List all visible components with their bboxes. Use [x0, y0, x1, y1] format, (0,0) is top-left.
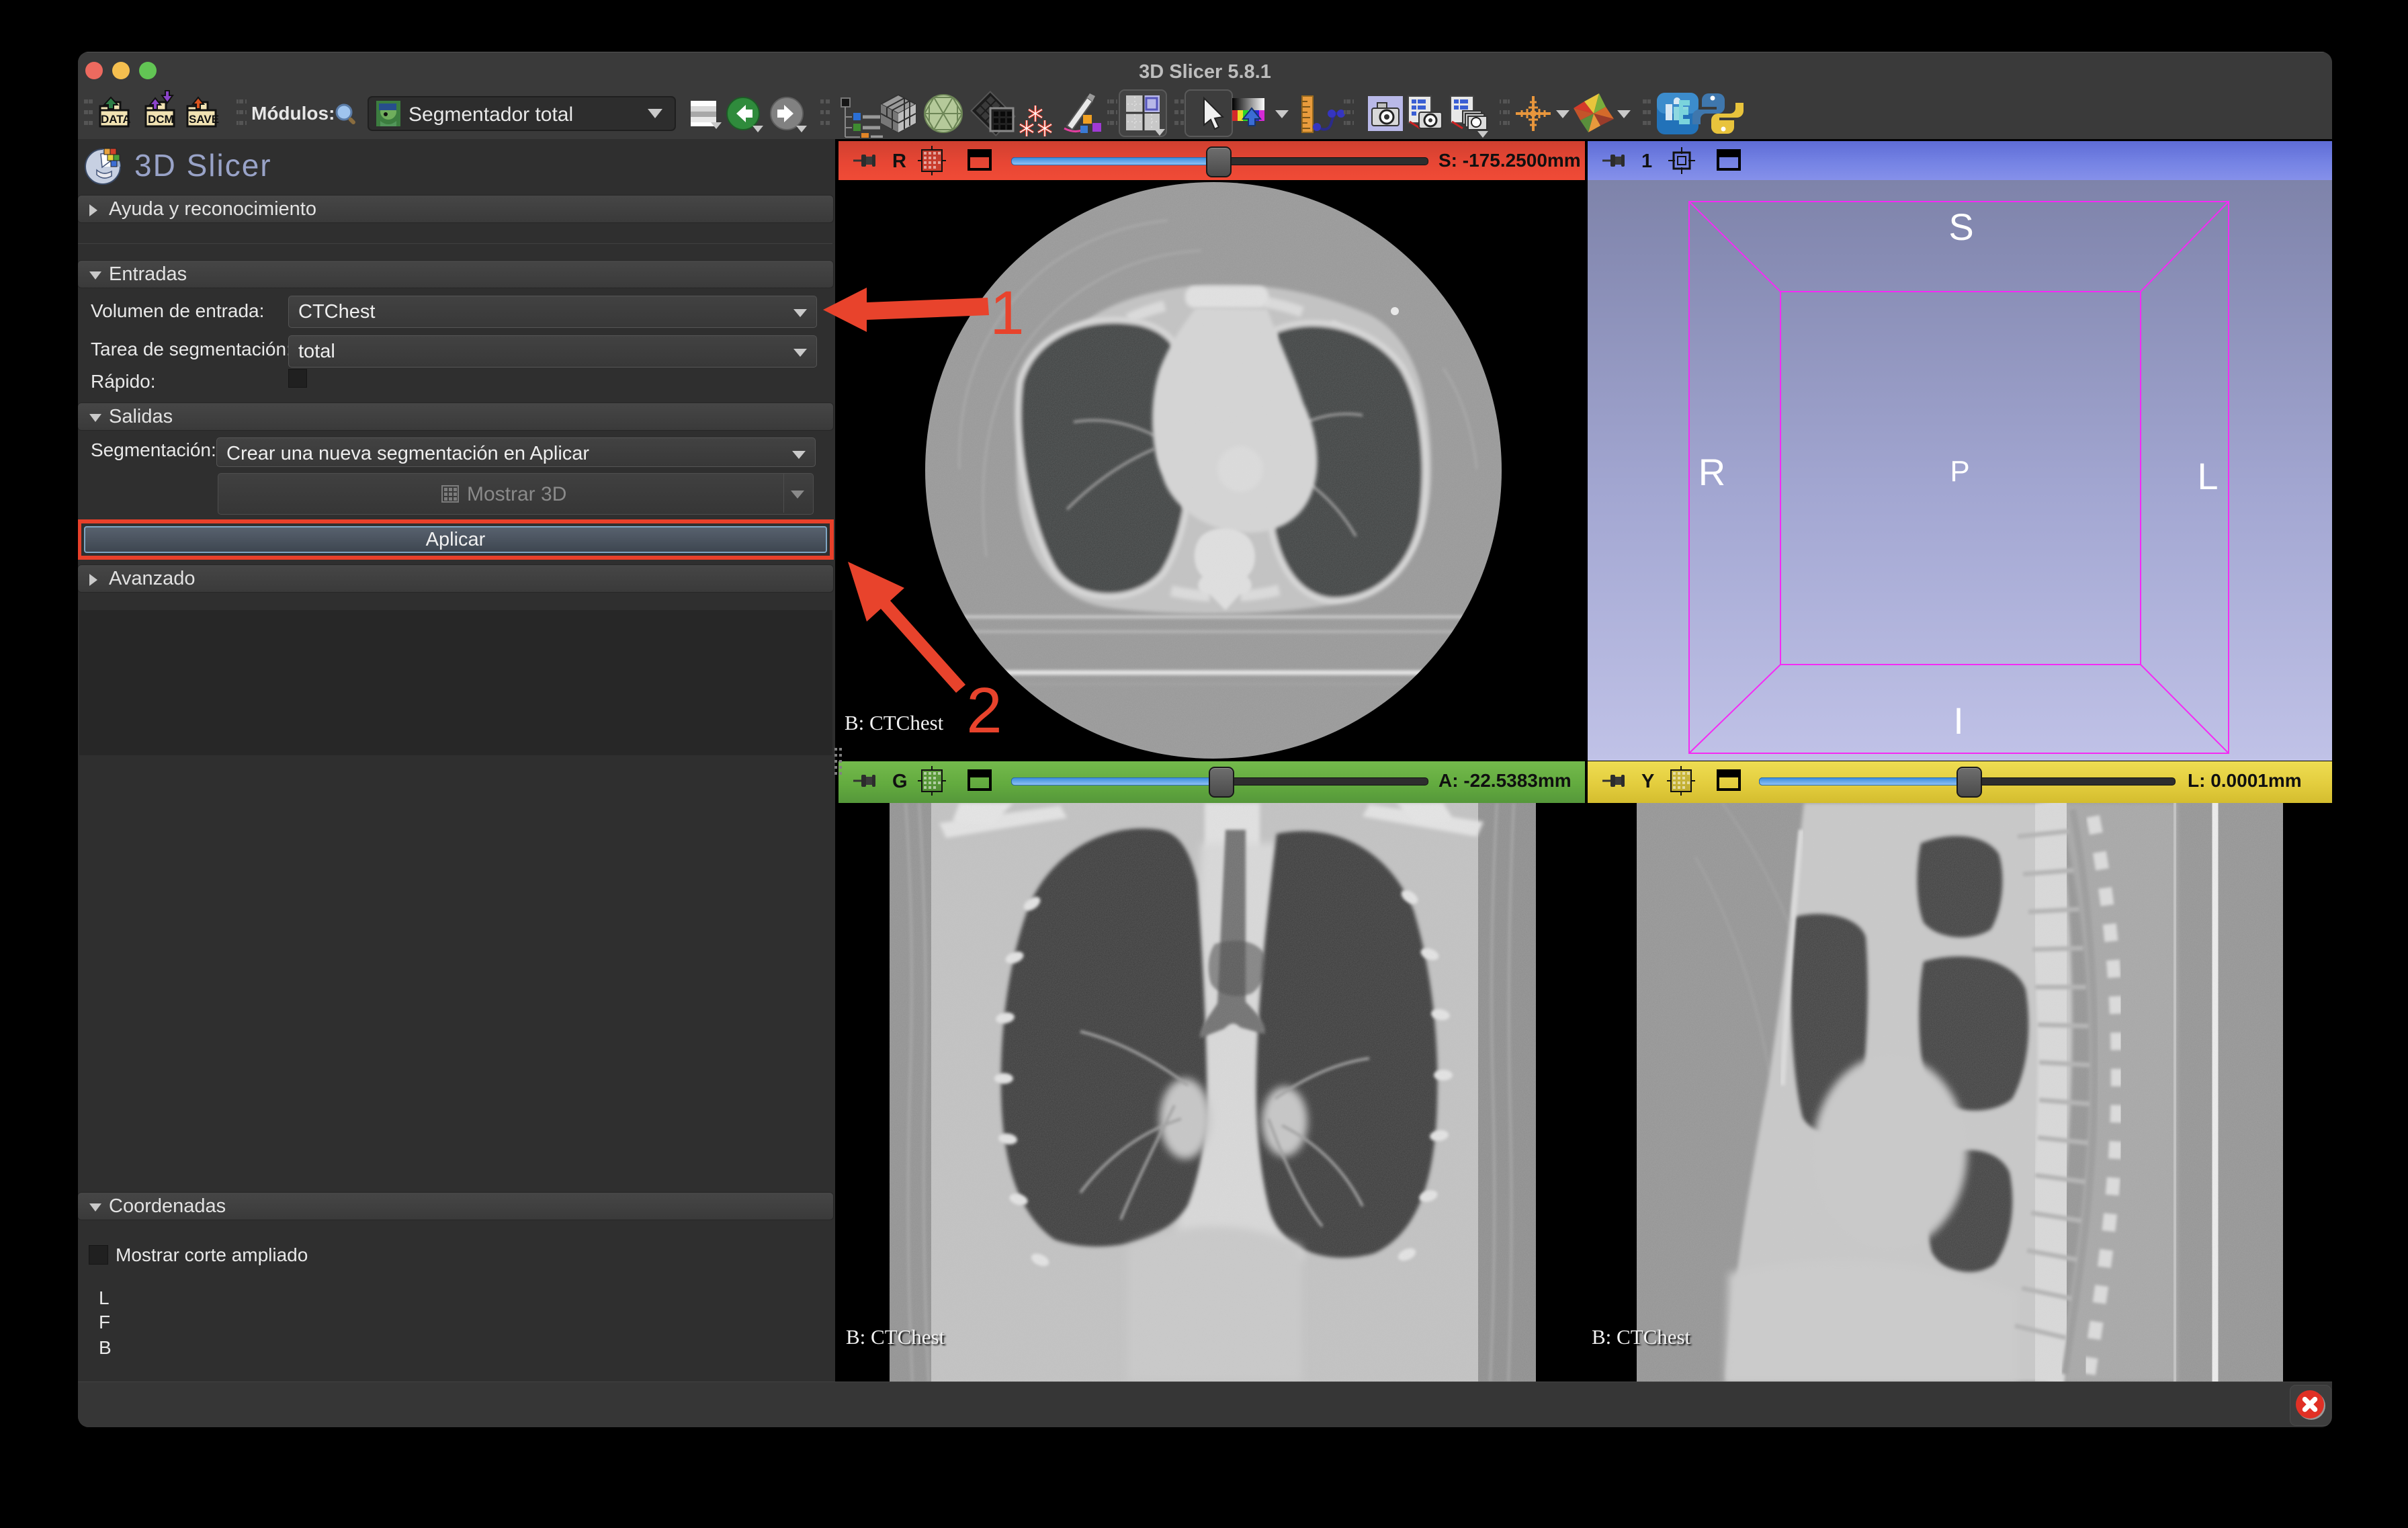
svg-text:2: 2 — [966, 675, 1002, 747]
svg-text:1: 1 — [990, 279, 1024, 347]
